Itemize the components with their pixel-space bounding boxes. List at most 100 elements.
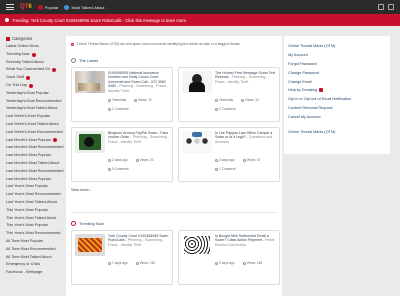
article-meta: 2 days ago Views: 47: [182, 158, 276, 162]
account-link[interactable]: Change Email: [288, 77, 386, 86]
nav-most-talked-about[interactable]: Most Talked-About: [64, 4, 105, 10]
views-label: Views: 23: [135, 158, 153, 162]
account-link[interactable]: Help by Donating: [288, 86, 386, 95]
calendar-icon: [108, 98, 111, 102]
article-title[interactable]: York County Court 0190458055 Scam RoboCa…: [108, 234, 169, 256]
sidebar-item[interactable]: Last Month's Most Popular: [6, 176, 64, 184]
article-thumbnail[interactable]: [182, 234, 212, 256]
sidebar-item[interactable]: Last Month's Most Talked About: [6, 160, 64, 168]
views-label: Views: 47: [242, 158, 260, 162]
category-icon: [6, 36, 10, 41]
account-link[interactable]: Cancel My Account: [288, 112, 386, 121]
account-link[interactable]: Online Thread Marks (OTM): [288, 127, 386, 136]
sidebar-item[interactable]: This Year's Most Popular: [6, 222, 64, 230]
eye-icon: [241, 98, 245, 102]
sidebar-item[interactable]: All Time Most Popular: [6, 238, 64, 246]
clock-icon: [71, 58, 76, 63]
views-label: Views: 165: [242, 261, 262, 265]
fire-icon: [71, 221, 76, 226]
article-card[interactable]: The Honest Free Message Scam Text Refund…: [178, 67, 280, 122]
sidebar-item[interactable]: Last Year's Most Popular: [6, 183, 64, 191]
sidebar-item[interactable]: All Time Most Recommended: [6, 246, 64, 254]
account-link[interactable]: Forgot Password: [288, 60, 386, 69]
sidebar-item[interactable]: Last Month's Most Recommended: [6, 168, 64, 176]
account-link[interactable]: Content Removal Request: [288, 104, 386, 113]
views-label: Views: 12: [134, 98, 152, 102]
sidebar-item[interactable]: Last Month's Most Recommended: [6, 144, 64, 152]
sidebar-item[interactable]: Trending Now: [6, 51, 64, 59]
article-card[interactable]: 0190458055 National Insurance Number and…: [71, 67, 173, 122]
fire-icon: [31, 52, 36, 57]
date-label: 2 days ago: [215, 158, 235, 162]
article-title[interactable]: Is Bought Mile Settlement Email a Scam? …: [215, 234, 276, 256]
article-thumbnail[interactable]: [75, 234, 105, 256]
sidebar-item[interactable]: Good Stuff: [6, 74, 64, 82]
article-thumbnail[interactable]: [75, 71, 105, 93]
topbar-actions: [378, 4, 394, 10]
sidebar-item[interactable]: Last Year's Most Talked-About: [6, 199, 64, 207]
account-link[interactable]: Change Password: [288, 68, 386, 77]
top-navbar: QT6 Popular Most Talked-About: [0, 0, 400, 14]
section-divider: [71, 212, 277, 213]
article-thumbnail[interactable]: [182, 131, 212, 153]
comment-icon: [215, 167, 218, 171]
account-link[interactable]: My Account: [288, 51, 386, 60]
article-comments: 0 Comment: [182, 107, 276, 111]
sidebar-item[interactable]: Yesterday's Most Talked About: [6, 105, 64, 113]
sidebar-heading: Categories: [6, 36, 64, 41]
sidebar-item[interactable]: Latest Online Items: [6, 43, 64, 51]
article-title[interactable]: 0190458055 National Insurance Number and…: [108, 71, 169, 93]
article-meta: 2 days ago Views: 23: [75, 158, 169, 162]
sidebar-item[interactable]: Yesterday's Most Recommended: [6, 98, 64, 106]
account-link[interactable]: Online Thread Marks (OTM): [288, 42, 386, 51]
sidebar-item[interactable]: Last Week's Most Recommended: [6, 129, 64, 137]
hamburger-menu-icon[interactable]: [6, 4, 14, 10]
account-link[interactable]: Opt-in or Opt-out of Email Notification: [288, 95, 386, 104]
sidebar-item[interactable]: Last Week's Most Talked About: [6, 121, 64, 129]
section-latest-header[interactable]: The Latest: [66, 58, 282, 63]
article-card[interactable]: York County Court 0190458055 Scam RoboCa…: [71, 230, 173, 285]
sidebar-item[interactable]: What You Commented On: [6, 66, 64, 74]
article-comments: 1 Comment: [182, 167, 276, 171]
sidebar-item[interactable]: Last Month's Most Popular: [6, 152, 64, 160]
heart-icon: [52, 68, 57, 73]
article-thumbnail[interactable]: [75, 131, 105, 153]
article-thumbnail[interactable]: [182, 71, 212, 93]
article-title[interactable]: The Honest Free Message Scam Text Refund…: [215, 71, 276, 93]
comment-icon: [108, 107, 111, 111]
sidebar-item[interactable]: Last Month's Most Popular: [6, 137, 64, 145]
site-logo[interactable]: QT6: [20, 4, 32, 10]
sidebar-item[interactable]: This Year's Most Talked About: [6, 215, 64, 223]
view-more-link[interactable]: View more...: [66, 182, 282, 198]
sidebar-item[interactable]: Last Week's Most Popular: [6, 113, 64, 121]
sidebar-item[interactable]: Recently Talked About: [6, 59, 64, 67]
alert-banner[interactable]: Trending: York County Court 0190458055 S…: [0, 14, 400, 26]
sidebar-item[interactable]: Emergency or Crisis: [6, 261, 64, 269]
nav-popular[interactable]: Popular: [37, 4, 58, 10]
article-meta: 2 days ago Views: 165: [182, 261, 276, 265]
sidebar-item[interactable]: All Time Most Talked About: [6, 254, 64, 262]
sidebar-item[interactable]: Yesterday's Most Popular: [6, 90, 64, 98]
sidebar-item[interactable]: Last Year's Most Recommended: [6, 191, 64, 199]
section-trending-header[interactable]: Trending Now: [66, 221, 282, 226]
comment-icon: [215, 107, 218, 111]
article-card[interactable]: Bingbom Armory PayPal Scam - Fake Invoic…: [71, 127, 173, 182]
star-icon: [26, 76, 31, 81]
sidebar-item[interactable]: On This Day: [6, 82, 64, 90]
eye-icon: [134, 98, 138, 102]
article-card[interactable]: Is Lee Pappas Law Office Cample a Scam o…: [178, 127, 280, 182]
sidebar-item[interactable]: Facebook - Webpage: [6, 269, 64, 277]
search-icon[interactable]: [378, 4, 384, 10]
date-label: Yesterday: [108, 98, 126, 102]
article-title[interactable]: Bingbom Armory PayPal Scam - Fake Invoic…: [108, 131, 169, 153]
chat-icon: [64, 4, 70, 10]
article-card[interactable]: Is Bought Mile Settlement Email a Scam? …: [178, 230, 280, 285]
sidebar: Categories Latest Online Items Trending …: [6, 36, 64, 277]
calendar-icon: [215, 98, 218, 102]
eye-icon: [242, 158, 246, 162]
article-meta: Yesterday Views: 12: [75, 98, 169, 102]
sidebar-item[interactable]: This Year's Most Recommended: [6, 230, 64, 238]
article-title[interactable]: Is Lee Pappas Law Office Cample a Scam o…: [215, 131, 276, 153]
user-icon[interactable]: [388, 4, 394, 10]
sidebar-item[interactable]: This Year's Most Popular: [6, 207, 64, 215]
